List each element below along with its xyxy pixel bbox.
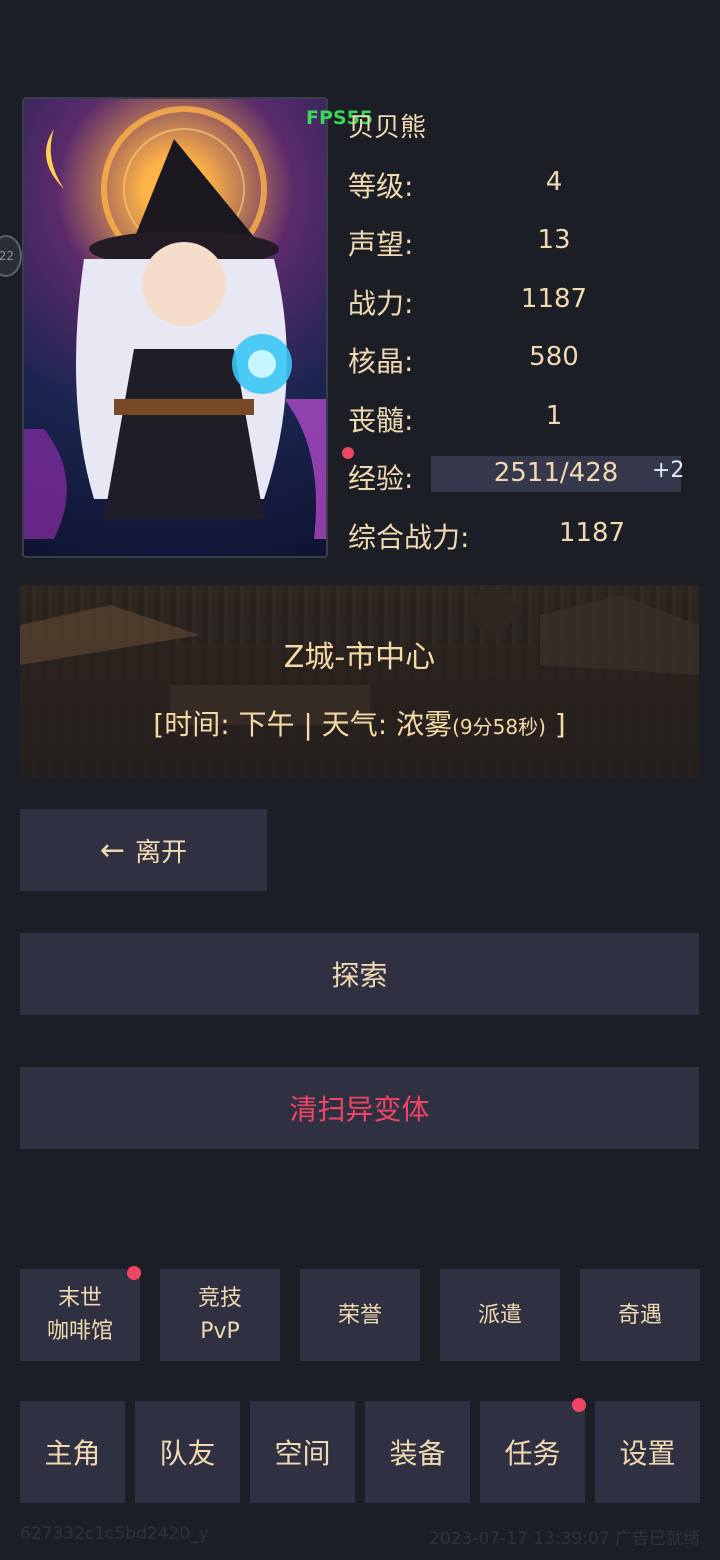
arrow-left-icon: ←	[99, 832, 126, 868]
nav-space-label: 空间	[274, 1437, 331, 1470]
nav-equipment[interactable]: 装备	[365, 1401, 470, 1503]
stat-value-total-power: 1187	[558, 518, 626, 548]
menu-honor-label: 荣誉	[337, 1302, 382, 1328]
nav-equipment-label: 装备	[389, 1437, 446, 1470]
location-info: [时间: 下午 | 天气: 浓雾(9分58秒) ]	[20, 703, 699, 743]
nav-quests[interactable]: 任务	[480, 1401, 585, 1503]
nav-space[interactable]: 空间	[250, 1401, 355, 1503]
menu-cafe-line2: 咖啡馆	[46, 1319, 113, 1344]
menu-pvp-line2: PvP	[200, 1319, 240, 1344]
device-id: 627332c1c5bd2420_y	[20, 1524, 209, 1544]
stat-label-level: 等级:	[348, 170, 414, 203]
location-info-close: ]	[554, 708, 566, 741]
menu-dispatch-label: 派遣	[477, 1302, 522, 1328]
location-info-text: [时间: 下午 | 天气: 浓雾	[153, 708, 453, 741]
nav-quests-label: 任务	[504, 1437, 561, 1470]
stat-value-crystal: 580	[529, 342, 579, 372]
stat-value-marrow: 1	[545, 401, 563, 431]
stat-value-reputation: 13	[537, 225, 571, 255]
character-name: 贝贝熊	[348, 113, 427, 143]
stat-label-marrow: 丧髓:	[348, 404, 414, 437]
menu-encounter[interactable]: 奇遇	[580, 1269, 700, 1361]
cafe-notification-dot	[127, 1266, 141, 1280]
leave-button[interactable]: ← 离开	[20, 809, 267, 891]
weather-timer: (9分58秒)	[452, 715, 546, 739]
stat-label-reputation: 声望:	[348, 228, 414, 261]
menu-cafe-line1: 末世	[57, 1286, 102, 1311]
menu-pvp[interactable]: 竞技 PvP	[160, 1269, 280, 1361]
side-handle[interactable]: 22	[0, 235, 22, 277]
menu-honor[interactable]: 荣誉	[300, 1269, 420, 1361]
nav-settings[interactable]: 设置	[595, 1401, 700, 1503]
location-banner: Z城-市中心 [时间: 下午 | 天气: 浓雾(9分58秒) ]	[20, 585, 699, 777]
banner-scenery	[20, 588, 699, 777]
nav-settings-label: 设置	[619, 1437, 676, 1470]
nav-hero[interactable]: 主角	[20, 1401, 125, 1503]
menu-encounter-label: 奇遇	[617, 1302, 662, 1328]
stat-label-exp: 经验:	[348, 462, 414, 495]
nav-teammates-label: 队友	[159, 1437, 216, 1470]
leave-label: 离开	[135, 837, 188, 868]
nav-teammates[interactable]: 队友	[135, 1401, 240, 1503]
location-title: Z城-市中心	[283, 640, 436, 675]
quests-notification-dot	[572, 1398, 586, 1412]
menu-cafe[interactable]: 末世 咖啡馆	[20, 1269, 140, 1361]
menu-pvp-line1: 竞技	[197, 1286, 242, 1311]
stat-label-total-power: 综合战力:	[348, 521, 470, 554]
menu-dispatch[interactable]: 派遣	[440, 1269, 560, 1361]
witch-illustration	[24, 106, 326, 539]
cleanse-mutants-button[interactable]: 清扫异变体	[20, 1067, 699, 1149]
side-handle-text: 22	[0, 249, 14, 263]
nav-hero-label: 主角	[44, 1437, 101, 1470]
timestamp-status: 2023-07-17 13:39:07 广告已就绪	[429, 1529, 700, 1549]
stat-label-crystal: 核晶:	[348, 345, 414, 378]
exp-bonus: +2	[652, 458, 685, 483]
stat-value-level: 4	[545, 167, 563, 197]
exp-value: 2511/428	[493, 458, 619, 488]
cleanse-label: 清扫异变体	[289, 1093, 430, 1126]
stat-value-power: 1187	[520, 284, 588, 314]
explore-button[interactable]: 探索	[20, 933, 699, 1015]
explore-label: 探索	[331, 959, 388, 992]
stat-label-power: 战力:	[348, 287, 414, 320]
character-portrait[interactable]	[22, 97, 328, 558]
